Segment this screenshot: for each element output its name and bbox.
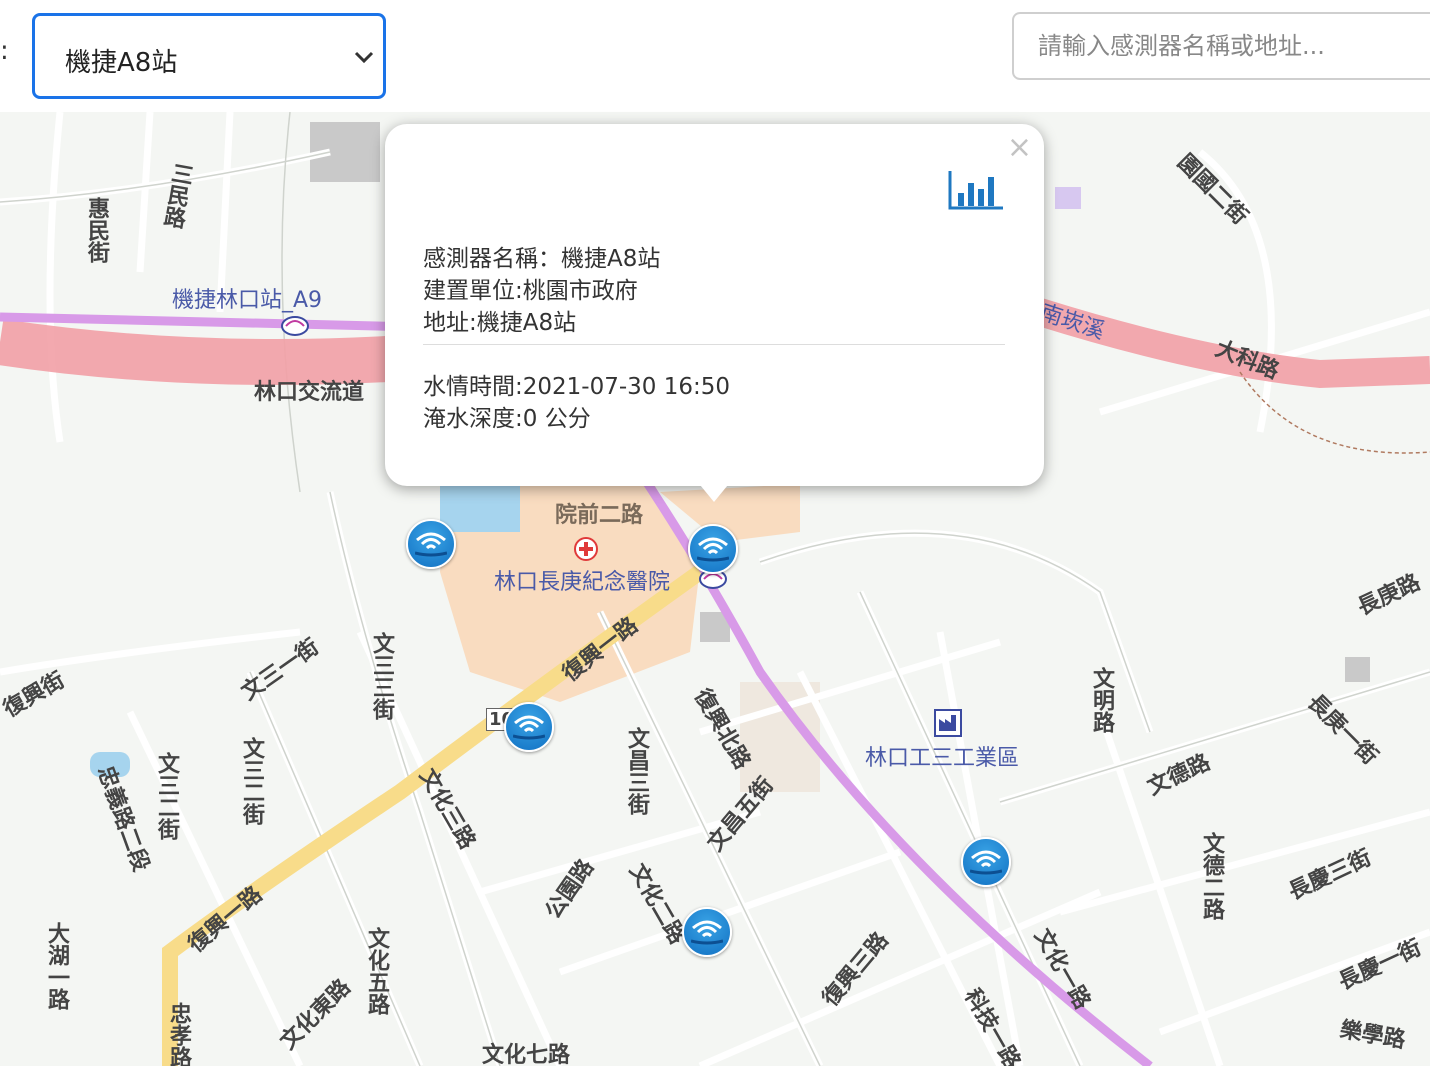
wifi-icon	[970, 850, 1002, 875]
map-label-yuanqian2: 院前二路	[555, 503, 644, 528]
metro-station-icon	[281, 316, 309, 336]
map-label-metro-a9: 機捷林口站_A9	[172, 288, 323, 313]
search-input[interactable]	[1012, 12, 1430, 80]
flood-depth-text: 淹水深度:0 公分	[423, 406, 591, 432]
map-label-wende2: 文德二路	[1199, 832, 1224, 920]
map-label-linkou-interchange: 林口交流道	[254, 380, 365, 405]
sensor-name-text: 感測器名稱：機捷A8站	[423, 246, 661, 272]
map-label-wensan2b: 文三二街	[154, 752, 179, 840]
wifi-icon	[513, 715, 545, 740]
popup-tip	[696, 480, 732, 502]
sensor-west[interactable]	[406, 519, 456, 569]
close-button[interactable]: ×	[1007, 130, 1032, 165]
popup-divider	[423, 344, 1005, 345]
wifi-icon	[691, 920, 723, 945]
map-label-dahu1: 大湖一路	[44, 922, 69, 1010]
sensor-fuxing[interactable]	[504, 702, 554, 752]
map-label-wenhua7: 文化七路	[482, 1043, 571, 1066]
station-select-value: 機捷A8站	[65, 48, 178, 78]
sensor-popup: × 感測器名稱：機捷A8站 建置單位:桃園市政府 地址:機捷A8站 水情時間:2…	[385, 124, 1044, 486]
map-label-wenhua5: 文化五路	[364, 927, 389, 1015]
hospital-icon	[574, 537, 598, 561]
water-time-text: 水情時間:2021-07-30 16:50	[423, 374, 731, 400]
toolbar: : 機捷A8站	[0, 0, 1430, 112]
bar-chart-icon[interactable]	[947, 169, 1005, 211]
map-label-wensan3: 文三三街	[369, 632, 394, 720]
wifi-icon	[415, 532, 447, 557]
map-label-wenming: 文明路	[1089, 667, 1114, 733]
map-label-hospital: 林口長庚紀念醫院	[494, 570, 671, 595]
map-label-linkou-industrial: 林口工三工業區	[865, 746, 1020, 771]
factory-icon	[934, 709, 962, 737]
chevron-down-icon	[354, 51, 374, 64]
builder-text: 建置單位:桃園市政府	[423, 278, 638, 304]
sensor-a8[interactable]	[688, 524, 738, 574]
address-text: 地址:機捷A8站	[423, 310, 577, 336]
wifi-icon	[697, 537, 729, 562]
sensor-industrial[interactable]	[961, 837, 1011, 887]
map-label-huimin: 惠民街	[84, 197, 109, 263]
map-label-wenchang3: 文昌三街	[624, 727, 649, 815]
map-label-zhongxiao: 忠孝路	[166, 1002, 191, 1066]
select-label-colon: :	[0, 36, 9, 66]
station-select[interactable]: 機捷A8站	[32, 13, 386, 99]
sensor-wenhua2[interactable]	[682, 907, 732, 957]
map-label-wensan2: 文三二街	[239, 737, 264, 825]
